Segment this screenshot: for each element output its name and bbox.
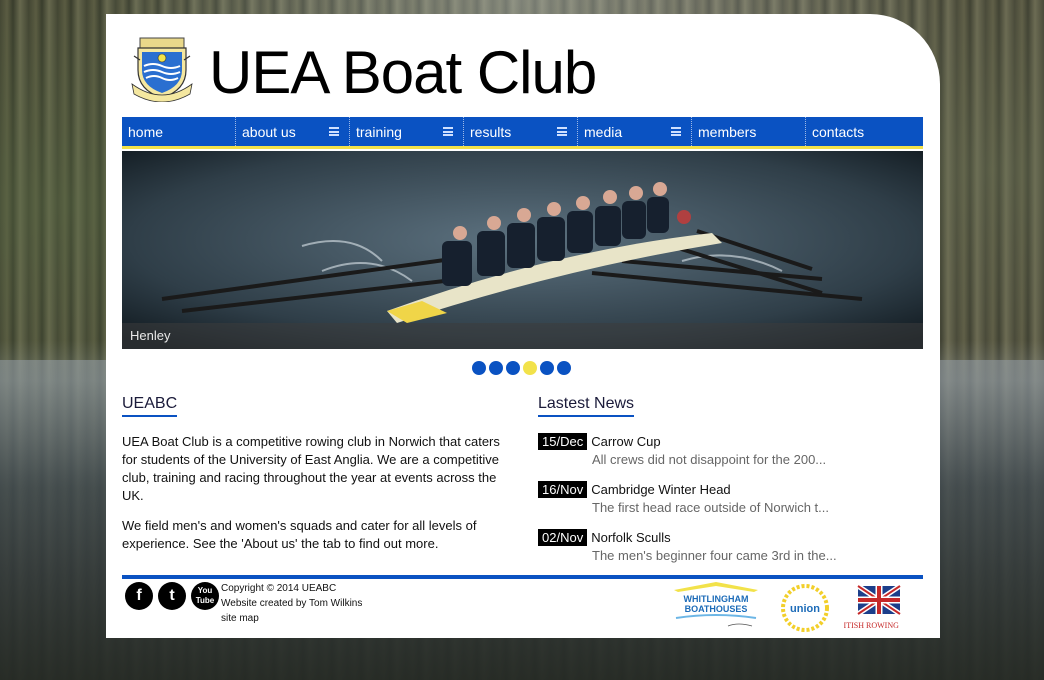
menu-icon — [557, 127, 567, 136]
slider-dot[interactable] — [557, 361, 571, 375]
british-rowing-text-1: BRITISH — [844, 621, 864, 630]
credit-text: Website created by Tom Wilkins — [221, 598, 363, 609]
about-section: UEABC UEA Boat Club is a competitive row… — [122, 395, 502, 565]
news-date: 15/Dec — [538, 433, 588, 450]
british-rowing-text-2: ROWING — [866, 621, 899, 630]
nav-item-contacts[interactable]: contacts — [806, 117, 920, 146]
slider-dot-active[interactable] — [523, 361, 537, 375]
menu-icon — [443, 127, 453, 136]
copyright-text: Copyright © 2014 UEABC — [221, 583, 337, 594]
slider-dots — [472, 361, 571, 375]
nav-item-results[interactable]: results — [464, 117, 578, 146]
site-title: UEA Boat Club — [209, 39, 597, 106]
nav-item-about-us[interactable]: about us — [236, 117, 350, 146]
news-excerpt: The first head race outside of Norwich t… — [592, 500, 829, 515]
slide-caption: Henley — [122, 323, 923, 349]
news-excerpt: The men's beginner four came 3rd in the.… — [592, 548, 837, 563]
rowing-photo — [122, 151, 923, 349]
social-links: f t You Tube — [125, 582, 219, 610]
news-section: Lastest News 15/Dec Carrow Cup All crews… — [538, 395, 918, 577]
site-header: UEA Boat Club — [106, 14, 940, 117]
british-rowing-logo[interactable]: BRITISH ROWING — [844, 582, 914, 634]
nav-item-label: results — [470, 124, 512, 140]
whitlingham-line1: WHITLINGHAM — [684, 594, 749, 604]
slider-dot[interactable] — [472, 361, 486, 375]
sitemap-link[interactable]: site map — [221, 613, 259, 624]
news-item[interactable]: 15/Dec Carrow Cup All crews did not disa… — [538, 433, 918, 467]
nav-item-label: media — [584, 124, 623, 140]
nav-item-home[interactable]: home — [122, 117, 236, 146]
news-excerpt: All crews did not disappoint for the 200… — [592, 452, 827, 467]
about-paragraph: We field men's and women's squads and ca… — [122, 518, 477, 551]
nav-item-label: members — [698, 124, 757, 140]
news-heading: Lastest News — [538, 395, 635, 417]
about-paragraph: UEA Boat Club is a competitive rowing cl… — [122, 434, 500, 503]
youtube-icon[interactable]: You Tube — [191, 582, 219, 610]
page-container: UEA Boat Club home about us training res… — [106, 14, 940, 638]
news-date: 02/Nov — [538, 529, 588, 546]
twitter-icon[interactable]: t — [158, 582, 186, 610]
main-nav: home about us training results media mem… — [122, 117, 923, 149]
news-item[interactable]: 02/Nov Norfolk Sculls The men's beginner… — [538, 529, 918, 563]
union-logo[interactable]: union — [778, 583, 832, 633]
footer-divider — [122, 575, 923, 579]
whitlingham-line2: BOATHOUSES — [685, 604, 748, 614]
slider-dot[interactable] — [506, 361, 520, 375]
facebook-icon[interactable]: f — [125, 582, 153, 610]
club-crest-logo[interactable] — [130, 36, 194, 102]
nav-item-label: home — [128, 124, 164, 140]
news-title-link[interactable]: Norfolk Sculls — [591, 530, 670, 545]
news-title-link[interactable]: Carrow Cup — [591, 434, 660, 449]
image-slider[interactable]: Henley — [122, 151, 923, 349]
news-item[interactable]: 16/Nov Cambridge Winter Head The first h… — [538, 481, 918, 515]
menu-icon — [671, 127, 681, 136]
news-title-link[interactable]: Cambridge Winter Head — [591, 482, 730, 497]
union-text: union — [790, 603, 820, 615]
nav-item-label: contacts — [812, 124, 865, 140]
nav-item-media[interactable]: media — [578, 117, 692, 146]
menu-icon — [329, 127, 339, 136]
about-heading: UEABC — [122, 395, 178, 417]
slider-dot[interactable] — [540, 361, 554, 375]
nav-item-members[interactable]: members — [692, 117, 806, 146]
news-date: 16/Nov — [538, 481, 588, 498]
whitlingham-boathouses-logo[interactable]: WHITLINGHAM BOATHOUSES — [668, 580, 764, 632]
footer-text: Copyright © 2014 UEABC Website created b… — [221, 581, 362, 626]
nav-item-training[interactable]: training — [350, 117, 464, 146]
nav-item-label: about us — [242, 124, 296, 140]
slider-dot[interactable] — [489, 361, 503, 375]
nav-item-label: training — [356, 124, 402, 140]
